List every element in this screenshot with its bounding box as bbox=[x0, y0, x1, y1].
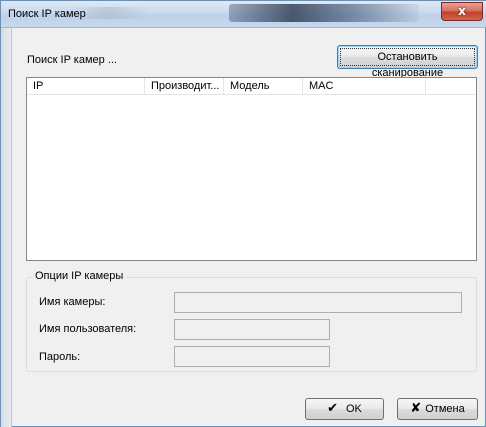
camera-name-field[interactable] bbox=[174, 292, 462, 313]
background-app-strip bbox=[1, 1, 12, 427]
camera-name-label: Имя камеры: bbox=[39, 296, 106, 308]
title-bar[interactable]: Поиск IP камер x bbox=[1, 1, 486, 28]
close-button[interactable]: x bbox=[441, 2, 483, 21]
username-label: Имя пользователя: bbox=[39, 323, 137, 335]
camera-list[interactable]: IP Производит... Модель MAC bbox=[26, 77, 477, 261]
password-label: Пароль: bbox=[39, 351, 81, 363]
window-title: Поиск IP камер bbox=[8, 8, 86, 20]
password-field[interactable] bbox=[174, 346, 330, 367]
column-header-model[interactable]: Модель bbox=[224, 78, 303, 94]
cross-icon: ✘ bbox=[410, 401, 422, 417]
cancel-button[interactable]: ✘ Отмена bbox=[397, 398, 478, 420]
scan-status-text: Поиск IP камер ... bbox=[27, 54, 117, 66]
title-blur-right bbox=[229, 4, 419, 22]
column-header-mac[interactable]: MAC bbox=[303, 78, 426, 94]
column-header-filler bbox=[426, 78, 476, 94]
checkmark-icon: ✔ bbox=[327, 401, 338, 417]
camera-options-title: Опции IP камеры bbox=[33, 270, 126, 282]
username-field[interactable] bbox=[174, 319, 330, 340]
stop-scan-label: Остановить сканирование bbox=[371, 51, 444, 79]
cancel-label: Отмена bbox=[425, 403, 465, 415]
column-header-manufacturer[interactable]: Производит... bbox=[145, 78, 224, 94]
column-header-ip[interactable]: IP bbox=[27, 78, 145, 94]
camera-list-header: IP Производит... Модель MAC bbox=[27, 78, 476, 95]
focus-rect: Остановить сканирование bbox=[340, 48, 475, 79]
stop-scan-button[interactable]: Остановить сканирование bbox=[337, 45, 478, 79]
search-ip-cameras-dialog: Поиск IP камер x Поиск IP камер ... Оста… bbox=[0, 0, 486, 427]
ok-label: OK bbox=[346, 403, 362, 415]
ok-button[interactable]: ✔ OK bbox=[305, 398, 384, 420]
close-icon: x bbox=[458, 4, 466, 18]
